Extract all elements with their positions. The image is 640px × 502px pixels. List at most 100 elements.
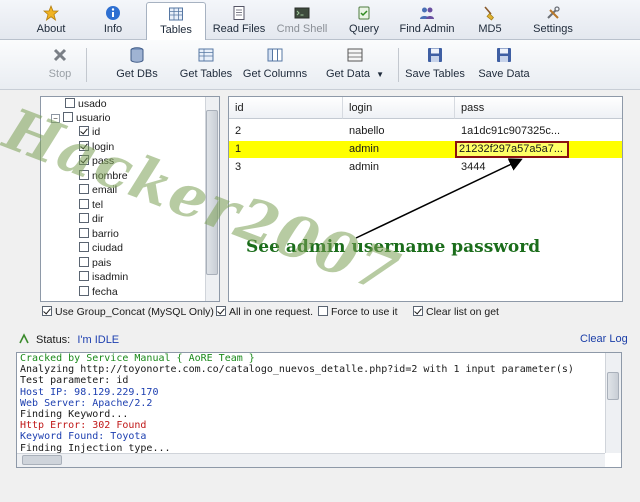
group-concat-option[interactable]: Use Group_Concat (MySQL Only) — [42, 305, 214, 319]
checkbox[interactable] — [63, 112, 73, 122]
terminal-icon — [294, 7, 310, 19]
column-header-id[interactable]: id — [229, 97, 343, 119]
column-checkbox[interactable] — [79, 140, 89, 151]
all-in-one-option[interactable]: All in one request. — [216, 305, 313, 319]
tab-read-files[interactable]: Read Files — [212, 2, 266, 38]
clear-list-checkbox[interactable] — [413, 306, 423, 316]
log-horizontal-scrollbar[interactable] — [17, 453, 605, 467]
collapse-toggle-icon[interactable]: − — [51, 114, 60, 123]
force-option[interactable]: Force to use it — [318, 305, 398, 319]
tab-query[interactable]: Query — [344, 2, 384, 38]
tools-icon — [547, 6, 560, 19]
column-checkbox[interactable] — [79, 285, 89, 296]
clear-list-option[interactable]: Clear list on get — [413, 305, 499, 319]
column-checkbox[interactable] — [79, 256, 89, 267]
tables-toolbar: Stop Get DBs Get Tables Get Columns Get … — [0, 40, 640, 90]
tab-md5[interactable]: MD5 — [474, 2, 506, 38]
broom-icon — [484, 6, 494, 21]
info-icon — [106, 6, 120, 20]
stop-x-icon — [53, 48, 67, 62]
tab-tables[interactable]: Tables — [146, 2, 206, 41]
log-vertical-scrollbar[interactable] — [605, 353, 621, 453]
table-cell[interactable]: admin — [343, 159, 455, 176]
tab-about[interactable]: About — [30, 2, 72, 38]
star-icon — [43, 5, 59, 21]
toolbar-separator — [86, 48, 87, 82]
column-checkbox[interactable] — [79, 213, 89, 223]
column-header-login[interactable]: login — [343, 97, 455, 119]
force-checkbox[interactable] — [318, 306, 328, 316]
database-icon — [130, 47, 144, 63]
tree-node-column[interactable]: fecha — [79, 285, 118, 299]
log-line: Host IP: 98.129.229.170 — [20, 386, 159, 398]
save-icon — [428, 48, 442, 62]
save-tables-button[interactable]: Save Tables — [404, 44, 466, 88]
column-checkbox[interactable] — [79, 126, 89, 136]
get-columns-button[interactable]: Get Columns — [242, 44, 308, 88]
column-checkbox[interactable] — [79, 227, 89, 238]
table-cell[interactable]: 3444 — [455, 159, 622, 176]
tree-node-column[interactable]: nombre — [79, 169, 128, 183]
tree-node-column[interactable]: dir — [79, 212, 104, 226]
tree-node-column[interactable]: tel — [79, 198, 103, 212]
group-concat-checkbox[interactable] — [42, 306, 52, 316]
get-dbs-button[interactable]: Get DBs — [114, 44, 160, 88]
table-cell[interactable]: 1a1dc91c907325c... — [455, 123, 622, 140]
status-bar: Status: I'm IDLE — [18, 333, 119, 346]
tree-node-column[interactable]: email — [79, 183, 117, 197]
log-line: Http Error: 302 Found — [20, 420, 147, 432]
table-cell[interactable]: nabello — [343, 123, 455, 140]
column-checkbox[interactable] — [79, 198, 89, 209]
column-checkbox[interactable] — [79, 184, 89, 194]
log-output[interactable]: Cracked by Service Manual { AoRE Team } A… — [16, 352, 622, 468]
table-cell[interactable]: 2 — [229, 123, 343, 140]
tab-cmd-shell[interactable]: Cmd Shell — [275, 2, 329, 38]
log-h-scrollbar-thumb[interactable] — [22, 455, 62, 465]
data-grid[interactable]: id login pass 2 nabello 1a1dc91c907325c.… — [228, 96, 623, 302]
tree-node-column[interactable]: pais — [79, 256, 111, 270]
document-icon — [233, 6, 245, 20]
column-checkbox[interactable] — [79, 155, 89, 165]
tab-find-admin[interactable]: Find Admin — [396, 2, 458, 38]
status-label: Status: — [36, 334, 71, 346]
column-header-pass[interactable]: pass — [455, 97, 622, 119]
get-data-dropdown-button[interactable]: Get Data ▼ — [320, 44, 390, 88]
tree-node-column[interactable]: isadmin — [79, 270, 128, 284]
chevron-down-icon: ▼ — [376, 70, 384, 79]
column-checkbox[interactable] — [79, 169, 89, 180]
tree-node-column[interactable]: id — [79, 125, 100, 139]
column-checkbox[interactable] — [79, 242, 89, 252]
log-line: Keyword Found: Toyota — [20, 431, 147, 443]
database-tree[interactable]: usado − usuario id login pass nombre email tel… — [40, 96, 220, 302]
table-cell[interactable]: admin — [343, 141, 455, 158]
save-icon — [497, 48, 511, 62]
get-tables-button[interactable]: Get Tables — [178, 44, 234, 88]
tree-scrollbar-thumb[interactable] — [206, 110, 218, 275]
checkbox[interactable] — [65, 98, 75, 108]
clear-log-link[interactable]: Clear Log — [580, 333, 628, 345]
annotation-text: See admin username password — [246, 237, 541, 257]
admin-icon — [420, 7, 434, 19]
log-line: Web Server: Apache/2.2 — [20, 397, 153, 409]
all-in-one-checkbox[interactable] — [216, 306, 226, 316]
tree-node-column[interactable]: login — [79, 140, 114, 154]
tab-info[interactable]: Info — [94, 2, 132, 38]
log-line: Finding Keyword... — [20, 409, 129, 421]
tree-node-column[interactable]: barrio — [79, 227, 119, 241]
tree-node-usado[interactable]: usado — [65, 97, 107, 111]
save-data-button[interactable]: Save Data — [478, 44, 530, 88]
table-cell[interactable]: 3 — [229, 159, 343, 176]
tab-settings[interactable]: Settings — [530, 2, 576, 38]
table-cell[interactable]: 1 — [229, 141, 343, 158]
column-checkbox[interactable] — [79, 271, 89, 281]
tree-node-column[interactable]: pass — [79, 154, 114, 168]
tree-node-usuario[interactable]: − usuario — [51, 111, 110, 125]
status-value: I'm IDLE — [77, 334, 120, 346]
stop-button[interactable]: Stop — [44, 44, 76, 88]
log-scrollbar-thumb[interactable] — [607, 372, 619, 400]
log-line: Analyzing http://toyonorte.com.co/catalo… — [20, 364, 574, 376]
table-icon — [169, 7, 183, 21]
tree-node-column[interactable]: ciudad — [79, 241, 123, 255]
focused-password-cell[interactable]: 21232f297a57a5a7... — [455, 141, 569, 158]
columns-icon — [267, 48, 283, 62]
